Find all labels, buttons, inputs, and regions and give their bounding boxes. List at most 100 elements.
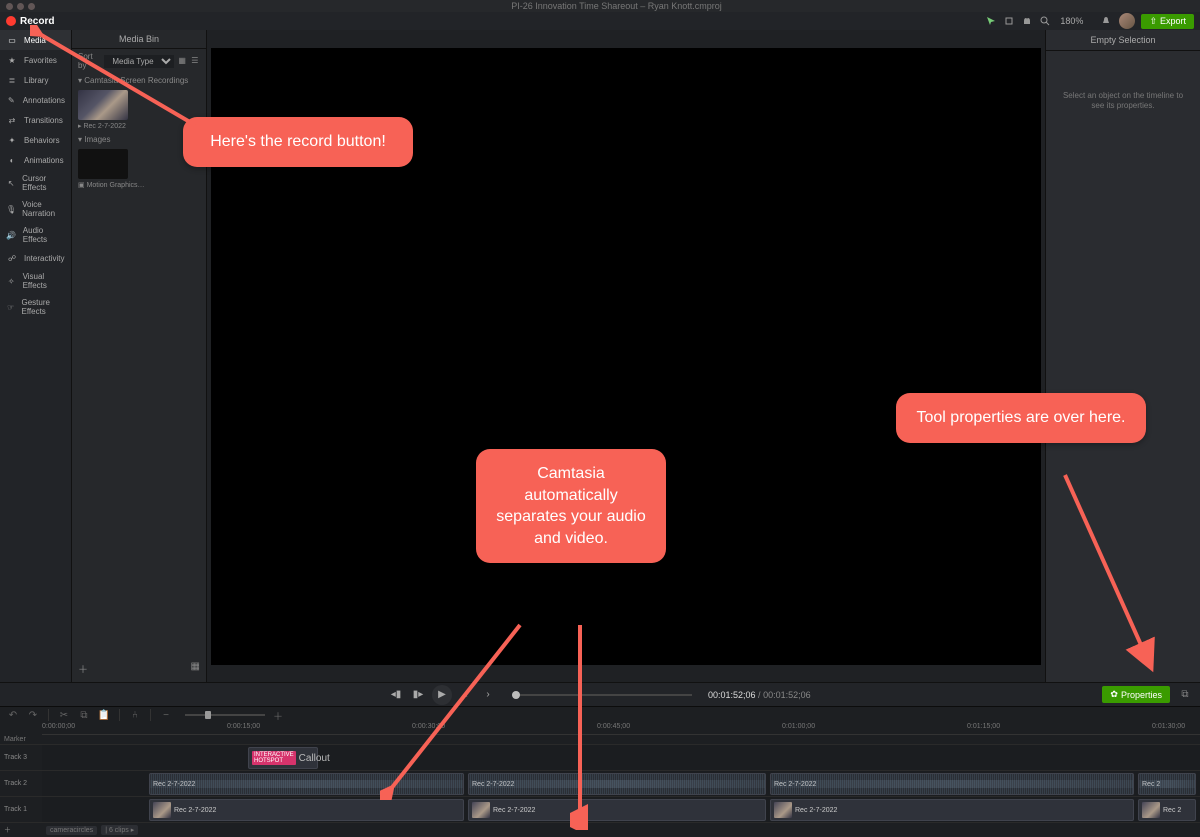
step-forward-button[interactable]: ›: [480, 687, 496, 703]
list-view-icon[interactable]: ☰: [191, 56, 200, 66]
sidebar-item-media[interactable]: ▭Media: [0, 30, 71, 50]
clip-label: Rec 2: [1142, 781, 1160, 788]
audio-clip[interactable]: Rec 2: [1138, 773, 1196, 795]
sort-select[interactable]: Media Type: [104, 55, 174, 68]
audio-clip[interactable]: Rec 2-7-2022: [468, 773, 766, 795]
scrub-bar[interactable]: [512, 694, 692, 696]
track-3: Track 3 INTERACTIVE HOTSPOT Callout: [0, 745, 1200, 771]
sidebar-item-label: Voice Narration: [22, 200, 65, 218]
audio-clip[interactable]: Rec 2-7-2022: [149, 773, 464, 795]
step-back-button[interactable]: ‹: [458, 687, 474, 703]
maximize-window-icon[interactable]: [28, 3, 35, 10]
thumbnail-image: [78, 90, 128, 120]
annotation-note-separate: Camtasia automatically separates your au…: [476, 449, 666, 563]
crop-tool-icon[interactable]: [1002, 14, 1016, 28]
clip-label: Rec 2-7-2022: [795, 807, 837, 814]
sidebar-item-label: Annotations: [23, 96, 65, 105]
close-window-icon[interactable]: [6, 3, 13, 10]
sidebar-item-interactivity[interactable]: ☍Interactivity: [0, 248, 71, 268]
sidebar-item-behaviors[interactable]: ✦ Behaviors: [0, 130, 71, 150]
sidebar-item-library[interactable]: ≣Library: [0, 70, 71, 90]
bell-icon[interactable]: [1099, 14, 1113, 28]
sidebar-item-voice-narration[interactable]: 🎙 Voice Narration: [0, 196, 71, 222]
tool-sidebar: ▭Media★Favorites≣Library✎Annotations⇄Tra…: [0, 30, 72, 682]
properties-button[interactable]: ✿ Properties: [1102, 686, 1170, 703]
record-button[interactable]: Record: [6, 16, 54, 27]
user-avatar[interactable]: [1119, 13, 1135, 29]
zoom-out-button[interactable]: −: [159, 708, 173, 722]
sidebar-item-label: Behaviors: [24, 136, 60, 145]
next-frame-button[interactable]: ▮▸: [410, 687, 426, 703]
sidebar-item-animations[interactable]: ◐Animations: [0, 150, 71, 170]
callout-clip[interactable]: INTERACTIVE HOTSPOT Callout: [248, 747, 318, 769]
play-button[interactable]: ▶: [432, 685, 452, 705]
sidebar-item-visual-effects[interactable]: ✧Visual Effects: [0, 268, 71, 294]
minimize-window-icon[interactable]: [17, 3, 24, 10]
behavior-icon: ✦: [6, 134, 18, 146]
track-1: Track 1 Rec 2-7-2022Rec 2-7-2022Rec 2-7-…: [0, 797, 1200, 823]
video-clip[interactable]: Rec 2-7-2022: [770, 799, 1134, 821]
clip-label: Rec 2-7-2022: [174, 807, 216, 814]
sidebar-item-label: Library: [24, 76, 48, 85]
cut-button[interactable]: ✂: [57, 708, 71, 722]
media-thumbnail[interactable]: ▸ Rec 2-7-2022: [78, 90, 200, 130]
properties-panel: Empty Selection Select an object on the …: [1045, 30, 1200, 682]
marker-row[interactable]: Marker: [0, 735, 1200, 745]
video-clip[interactable]: Rec 2-7-2022: [468, 799, 766, 821]
group-chip[interactable]: cameracircles: [46, 826, 97, 835]
bin-view-toggle[interactable]: ▦: [191, 661, 200, 676]
copy-button[interactable]: ⧉: [77, 708, 91, 722]
track-label[interactable]: Track 1: [0, 797, 42, 822]
track-label[interactable]: Track 2: [0, 771, 42, 796]
bin-section-recordings[interactable]: ▾ Camtasia Screen Recordings: [72, 73, 206, 88]
redo-button[interactable]: ↷: [26, 708, 40, 722]
split-button[interactable]: ⑃: [128, 708, 142, 722]
sidebar-item-label: Cursor Effects: [22, 174, 65, 192]
thumbnail-image: [78, 149, 128, 179]
sidebar-item-cursor-effects[interactable]: ↖Cursor Effects: [0, 170, 71, 196]
detach-panel-icon[interactable]: ⧉: [1178, 689, 1192, 700]
clip-thumbnail: [153, 802, 171, 818]
timeline-ruler[interactable]: 0:00:00;000:00:15;000:00:30;000:00:45;00…: [42, 723, 1200, 735]
ruler-tick: 0:01:30;00: [1152, 723, 1185, 730]
sidebar-item-annotations[interactable]: ✎Annotations: [0, 90, 71, 110]
video-clip[interactable]: Rec 2: [1138, 799, 1196, 821]
ruler-tick: 0:00:15;00: [227, 723, 260, 730]
pointer-tool-icon[interactable]: [984, 14, 998, 28]
track-label[interactable]: Track 3: [0, 745, 42, 770]
ruler-tick: 0:00:00;00: [42, 723, 75, 730]
timeline-zoom-slider[interactable]: [185, 714, 265, 716]
sidebar-item-favorites[interactable]: ★Favorites: [0, 50, 71, 70]
undo-button[interactable]: ↶: [6, 708, 20, 722]
export-button[interactable]: ⇧ Export: [1141, 14, 1194, 29]
zoom-in-button[interactable]: ＋: [271, 708, 285, 722]
sidebar-item-gesture-effects[interactable]: ☞Gesture Effects: [0, 294, 71, 320]
hand-tool-icon[interactable]: [1020, 14, 1034, 28]
audio-clip[interactable]: Rec 2-7-2022: [770, 773, 1134, 795]
sidebar-item-transitions[interactable]: ⇄Transitions: [0, 110, 71, 130]
magnify-tool-icon[interactable]: [1038, 14, 1052, 28]
paste-button[interactable]: 📋: [97, 708, 111, 722]
track-body[interactable]: INTERACTIVE HOTSPOT Callout: [42, 745, 1200, 770]
prev-frame-button[interactable]: ◂▮: [388, 687, 404, 703]
sidebar-item-audio-effects[interactable]: 🔊Audio Effects: [0, 222, 71, 248]
track-body[interactable]: Rec 2-7-2022Rec 2-7-2022Rec 2-7-2022Rec …: [42, 771, 1200, 796]
add-media-button[interactable]: ＋: [78, 661, 88, 676]
media-thumbnail[interactable]: ▣ Motion Graphics…: [78, 149, 200, 189]
thumbnail-label: ▸ Rec 2-7-2022: [78, 120, 200, 130]
export-label: Export: [1160, 16, 1186, 26]
media-icon: ▭: [6, 34, 18, 46]
scrub-head[interactable]: [512, 691, 520, 699]
mic-icon: 🎙: [6, 203, 16, 215]
zoom-level[interactable]: 180%: [1056, 16, 1087, 26]
clip-thumbnail: [1142, 802, 1160, 818]
video-clip[interactable]: Rec 2-7-2022: [149, 799, 464, 821]
callout-badge: INTERACTIVE HOTSPOT: [252, 751, 296, 765]
marker-label: Marker: [0, 736, 42, 743]
grid-view-icon[interactable]: ▦: [178, 56, 187, 66]
add-track-button[interactable]: ＋: [0, 823, 42, 837]
track-body[interactable]: Rec 2-7-2022 Rec 2-7-2022 Rec 2-7-2022 Rec …: [42, 797, 1200, 822]
top-toolbar: Record 180% ⇧ Export: [0, 12, 1200, 30]
sidebar-item-label: Favorites: [24, 56, 57, 65]
animation-icon: ◐: [6, 154, 18, 166]
